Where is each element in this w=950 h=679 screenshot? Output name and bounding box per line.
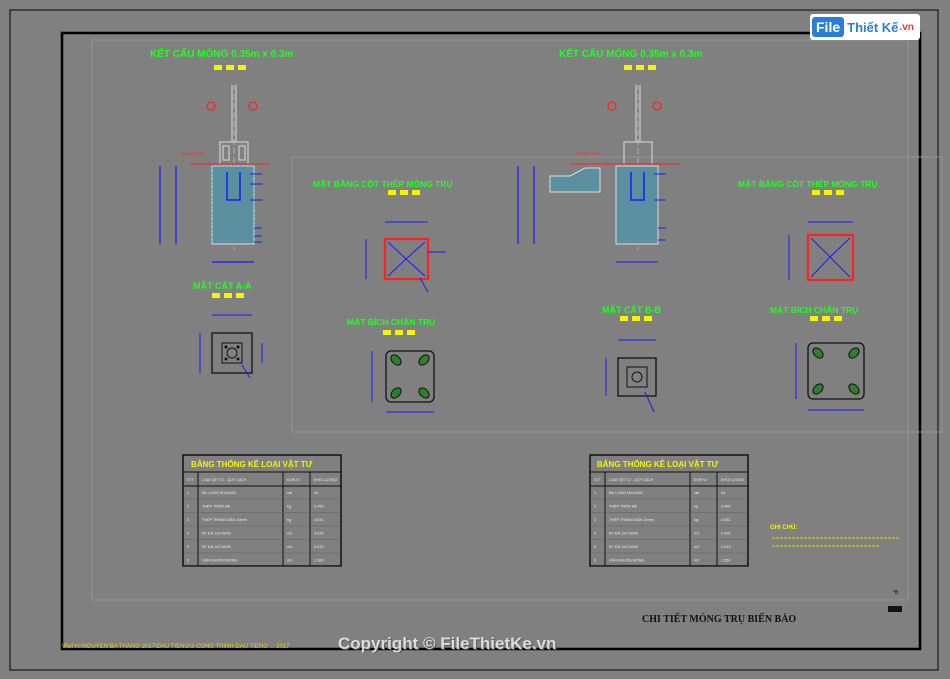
left-plan-base-label: MẶT BÍCH CHÂN TRỤ [347,316,435,327]
table-cell: m3 [694,545,699,549]
table-cell: 4 [187,532,189,536]
table-header-cell: KHỐI LƯỢNG [314,477,338,482]
logo-thietke: Thiết Kế [847,19,899,35]
table-cell: 5 [187,545,189,549]
table-cell: 0.024 [721,532,731,536]
table-cell: 0.499 [721,505,731,509]
table-cell: BU LONG M14x250 [609,491,643,495]
table-cell: 04 [314,491,318,495]
right-plan-rebar: MẶT BẰNG CỐT THÉP MÓNG TRỤ [738,178,878,282]
right-notes: GHI CHÚ: [770,524,900,547]
light-viewport-left [91,39,909,601]
table-cell: 0.013 [314,545,324,549]
right-section-bb-label: MẶT CẮT B-B [602,305,661,315]
table-cell: 5 [594,545,596,549]
right-title-group: KẾT CẤU MÓNG 0.35m x 0.3m [559,47,702,70]
table-cell: kg [694,518,698,522]
table-header-cell: LOẠI VẬT TƯ - QUY CÁCH [202,478,247,482]
table-cell: 0.499 [314,505,324,509]
left-section-aa: MẶT CẮT A-A [193,281,263,379]
table-cell: THÉP TRÒN Ø6 [202,504,230,509]
left-plan-rebar-label: MẶT BẰNG CỐT THÉP MÓNG TRỤ [313,178,453,189]
right-materials-table: BẢNG THỐNG KÊ LOẠI VẬT TƯ STT LOẠI VẬT TƯ… [589,454,749,567]
filethietke-logo: File Thiết Kế .vn [810,14,920,40]
svg-text:CĐ MẶT ĐẤT: CĐ MẶT ĐẤT [180,151,205,156]
table-cell: 2 [594,505,596,509]
table-cell: m3 [287,532,292,536]
table-cell: 4.531 [314,518,324,522]
table-cell: m2 [287,559,292,563]
svg-text:CĐ MẶT ĐẤT: CĐ MẶT ĐẤT [576,151,601,156]
outer-frame [9,9,939,671]
right-table-rows: STT LOẠI VẬT TƯ - QUY CÁCH ĐƠN VỊ KHỐI LƯỢN… [590,477,748,567]
table-cell: m3 [694,532,699,536]
table-cell: BT ĐÁ 1x2 M150 [609,545,638,549]
table-cell: 0.024 [314,532,324,536]
left-section-aa-label: MẶT CẮT A-A [193,281,252,291]
table-header-cell: STT [187,478,195,482]
left-title-group: KẾT CẤU MÓNG 0.35m x 0.3m [150,47,293,70]
table-cell: 1 [594,491,596,495]
inner-frame [60,31,922,651]
left-foundation-section: CĐ MẶT ĐẤT [159,85,270,263]
logo-file: File [812,17,845,37]
right-table-title: BẢNG THỐNG KÊ LOẠI VẬT TƯ [597,459,719,469]
table-cell: VÁN KHUÔN MÓNG [609,558,644,563]
right-plan-base-label: MẶT BÍCH CHÂN TRỤ [770,304,858,315]
left-title: KẾT CẤU MÓNG 0.35m x 0.3m [150,47,293,60]
table-cell: kg [287,518,291,522]
table-header-cell: KHỐI LƯỢNG [721,477,745,482]
right-foundation-section: CĐ MẶT ĐẤT [517,85,680,263]
right-section-bb: MẶT CẮT B-B [602,305,661,413]
table-cell: 3 [187,518,189,522]
left-table-rows: STT LOẠI VẬT TƯ - QUY CÁCH ĐƠN VỊ KHỐI LƯỢN… [183,477,341,567]
table-cell: kg [694,505,698,509]
table-cell: cái [287,491,292,495]
table-cell: BU LONG M14x250 [202,491,236,495]
notes-title: GHI CHÚ: [770,524,797,531]
table-header-cell: STT [594,478,602,482]
table-cell: THÉP TRÁNG BẢN 10mm [202,517,247,522]
table-cell: BT ĐÁ 1x2 M200 [202,532,231,536]
right-plan-base: MẶT BÍCH CHÂN TRỤ [770,304,865,411]
logo-domain: .vn [899,21,914,33]
table-cell: 6 [594,559,596,563]
copyright-watermark: Copyright © FileThietKe.vn [338,634,557,653]
table-cell: cái [694,491,699,495]
table-cell: 3 [594,518,596,522]
table-header-cell: ĐƠN VỊ [287,478,300,482]
table-cell: 2 [187,505,189,509]
table-header-cell: LOẠI VẬT TƯ - QUY CÁCH [609,478,654,482]
table-cell: 4 [594,532,596,536]
table-header-cell: ĐƠN VỊ [694,478,707,482]
right-title: KẾT CẤU MÓNG 0.35m x 0.3m [559,47,702,60]
table-cell: 1.260 [314,559,324,563]
left-plan-rebar: MẶT BẰNG CỐT THÉP MÓNG TRỤ [313,178,453,293]
table-cell: THÉP TRÒN Ø6 [609,504,637,509]
title-block-mark [888,606,902,612]
table-cell: BT ĐÁ 1x2 M150 [202,545,231,549]
page-mark: *B [893,590,899,596]
table-cell: 1.260 [721,559,731,563]
right-plan-rebar-label: MẶT BẰNG CỐT THÉP MÓNG TRỤ [738,178,878,189]
cad-drawing-canvas: KẾT CẤU MÓNG 0.35m x 0.3m CĐ MẶT ĐẤT MẶT… [9,9,943,671]
table-cell: 04 [721,491,725,495]
table-cell: THÉP TRÁNG BẢN 10mm [609,517,654,522]
table-cell: 6 [187,559,189,563]
left-plan-base: MẶT BÍCH CHÂN TRỤ [347,316,435,413]
left-table-title: BẢNG THỐNG KÊ LOẠI VẬT TƯ [191,459,313,469]
table-cell: VÁN KHUÔN MÓNG [202,558,237,563]
table-cell: kg [287,505,291,509]
table-cell: m3 [287,545,292,549]
table-cell: 1 [187,491,189,495]
drawing-title: CHI TIẾT MÓNG TRỤ BIỂN BÁO [642,614,797,625]
table-cell: BT ĐÁ 1x2 M200 [609,532,638,536]
file-path-status: \Ref H:\NGUYEN BA THANG 2017\DAU TIENG\3… [62,644,290,650]
table-cell: 0.013 [721,545,731,549]
left-materials-table: BẢNG THỐNG KÊ LOẠI VẬT TƯ STT LOẠI VẬT TƯ… [182,454,342,567]
table-cell: m2 [694,559,699,563]
table-cell: 4.531 [721,518,731,522]
